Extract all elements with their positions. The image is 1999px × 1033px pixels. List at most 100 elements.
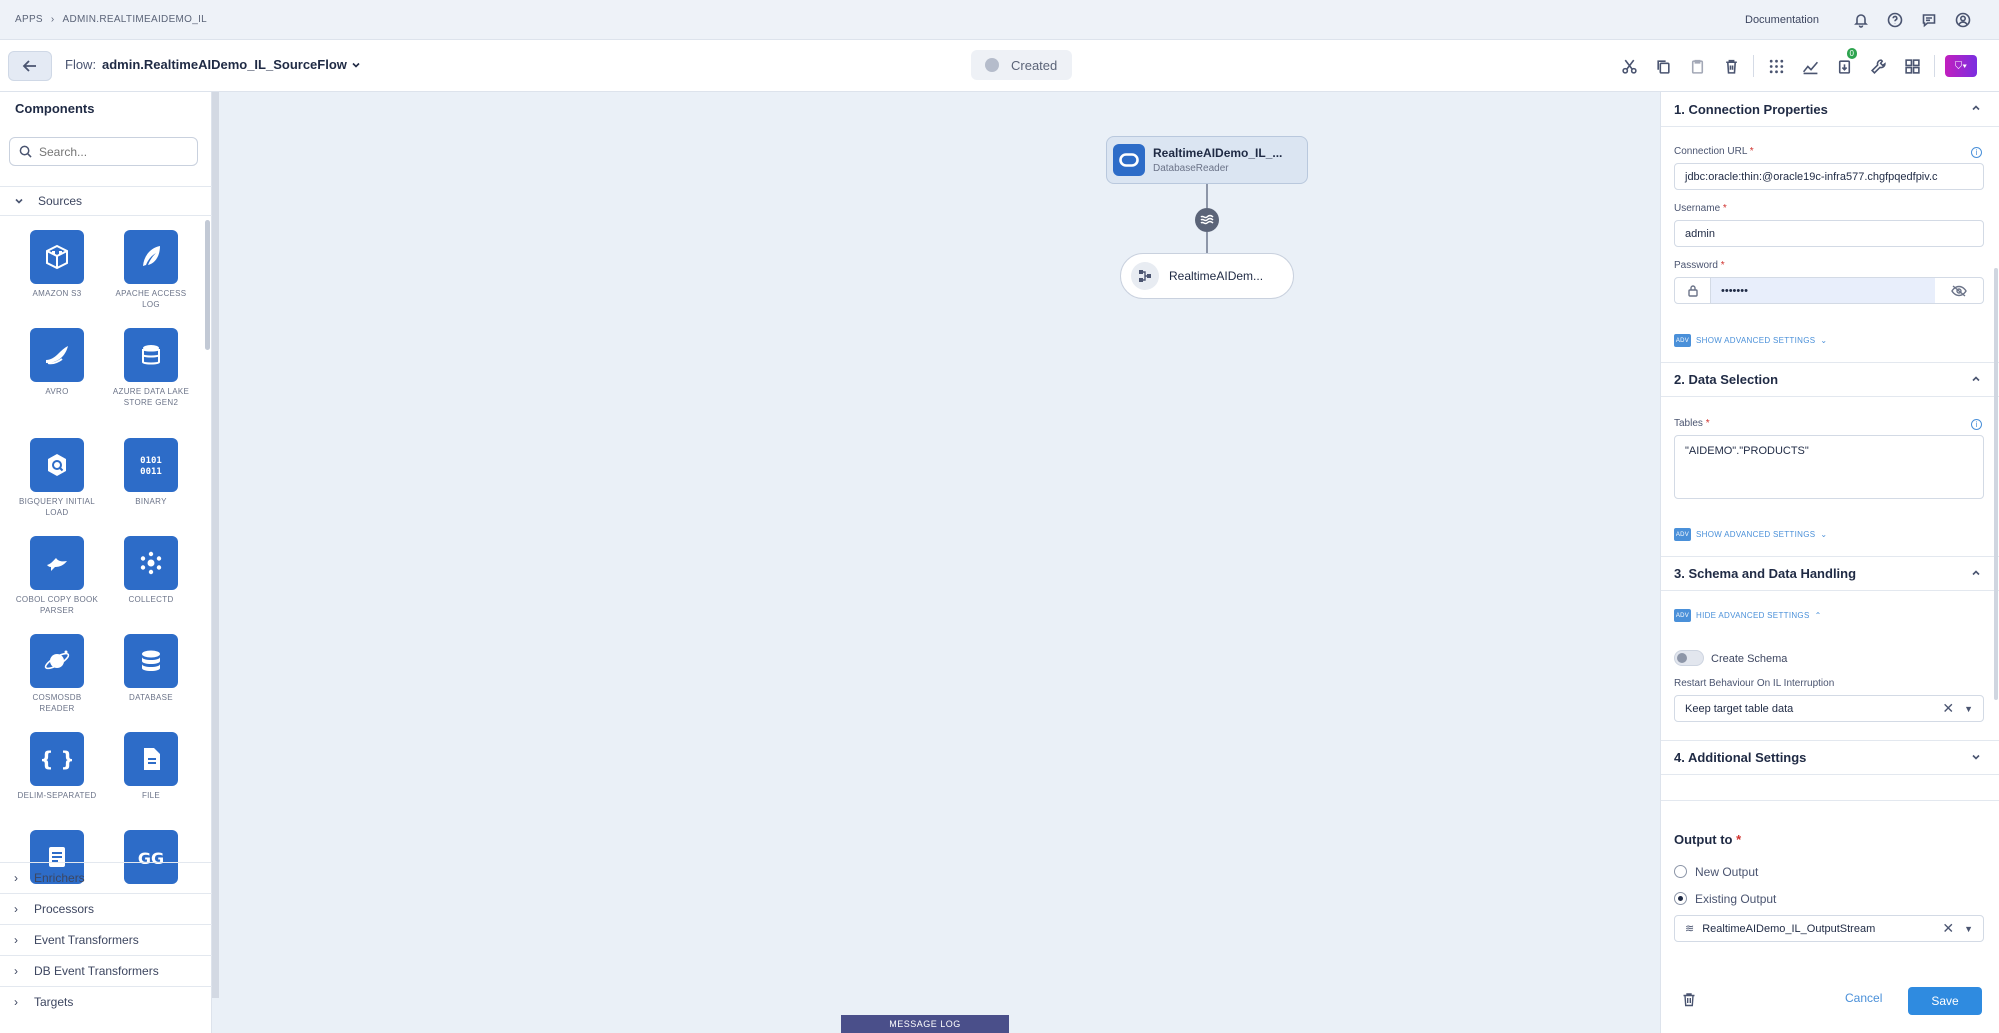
component-file[interactable]: FILE	[108, 732, 194, 801]
oracle-icon	[1113, 144, 1145, 176]
cancel-button[interactable]: Cancel	[1845, 991, 1882, 1005]
search-icon	[19, 145, 32, 158]
create-schema-label: Create Schema	[1711, 653, 1788, 665]
tables-input[interactable]: "AIDEMO"."PRODUCTS"	[1674, 435, 1984, 499]
chat-icon[interactable]	[1919, 10, 1939, 30]
password-input[interactable]: •••••••	[1674, 277, 1984, 304]
existing-output-label: Existing Output	[1695, 892, 1777, 906]
adv-icon: ADV	[1674, 528, 1691, 541]
component-grid: AMAZON S3 APACHE ACCESS LOG AVRO AZURE D…	[14, 230, 194, 956]
tables-label: Tables *	[1674, 418, 1710, 429]
create-schema-toggle[interactable]	[1674, 650, 1704, 666]
show-advanced-settings-link[interactable]: ADV SHOW ADVANCED SETTINGS ⌄	[1674, 334, 1827, 347]
output-stream-select[interactable]: ≋ RealtimeAIDemo_IL_OutputStream ✕ ▼	[1674, 915, 1984, 942]
flow-node-icon	[1131, 262, 1159, 290]
category-label: Sources	[38, 194, 83, 208]
component-search[interactable]	[9, 137, 198, 166]
component-cobol-copybook[interactable]: COBOL COPY BOOK PARSER	[14, 536, 100, 616]
cut-icon[interactable]	[1617, 54, 1641, 78]
component-amazon-s3[interactable]: AMAZON S3	[14, 230, 100, 299]
copy-icon[interactable]	[1651, 54, 1675, 78]
password-label: Password *	[1674, 260, 1725, 271]
section-connection-properties[interactable]: 1. Connection Properties	[1661, 92, 1999, 127]
chevron-down-icon[interactable]: ▼	[1964, 704, 1973, 714]
section-data-selection[interactable]: 2. Data Selection	[1661, 362, 1999, 397]
component-bigquery[interactable]: BIGQUERY INITIAL LOAD	[14, 438, 100, 518]
username-label: Username *	[1674, 203, 1727, 214]
save-button[interactable]: Save	[1908, 987, 1982, 1015]
chevron-down-icon	[15, 198, 23, 204]
category-targets[interactable]: › Targets	[0, 986, 212, 1017]
source-node[interactable]: RealtimeAIDemo_IL_... DatabaseReader	[1106, 136, 1308, 184]
back-button[interactable]	[8, 51, 52, 81]
component-database[interactable]: DATABASE	[108, 634, 194, 703]
wrench-icon[interactable]	[1866, 54, 1890, 78]
arrow-left-icon	[22, 60, 36, 72]
delete-icon[interactable]	[1719, 54, 1743, 78]
clear-icon[interactable]: ✕	[1942, 700, 1954, 717]
connection-url-input[interactable]: jdbc:oracle:thin:@oracle19c-infra577.chg…	[1674, 163, 1984, 190]
component-cosmosdb[interactable]: COSMOSDB READER	[14, 634, 100, 714]
category-enrichers[interactable]: › Enrichers	[0, 862, 212, 893]
chart-icon[interactable]	[1798, 54, 1822, 78]
show-advanced-settings-link[interactable]: ADV SHOW ADVANCED SETTINGS ⌄	[1674, 528, 1827, 541]
section-schema-data-handling[interactable]: 3. Schema and Data Handling	[1661, 556, 1999, 591]
existing-output-radio[interactable]	[1674, 892, 1687, 905]
sidebar-title: Components	[15, 101, 95, 116]
stream-node[interactable]: RealtimeAIDem...	[1120, 253, 1294, 299]
password-value: •••••••	[1711, 278, 1935, 303]
username-input[interactable]: admin	[1674, 220, 1984, 247]
section-additional-settings[interactable]: 4. Additional Settings	[1661, 740, 1999, 775]
category-sources[interactable]: Sources	[0, 186, 212, 216]
notification-badge: 0	[1846, 48, 1857, 59]
help-icon[interactable]	[1885, 10, 1905, 30]
hide-advanced-settings-link[interactable]: ADV HIDE ADVANCED SETTINGS ⌃	[1674, 609, 1822, 622]
category-db-event-transformers[interactable]: › DB Event Transformers	[0, 955, 212, 986]
export-icon[interactable]: 0	[1832, 48, 1857, 78]
grid-dots-icon[interactable]	[1764, 54, 1788, 78]
search-input[interactable]	[39, 144, 179, 159]
bell-icon[interactable]	[1851, 10, 1871, 30]
component-apache-access-log[interactable]: APACHE ACCESS LOG	[108, 230, 194, 310]
info-icon[interactable]: i	[1971, 419, 1982, 430]
flow-canvas[interactable]: RealtimeAIDemo_IL_... DatabaseReader Rea…	[219, 92, 1660, 1033]
clear-icon[interactable]: ✕	[1942, 920, 1954, 937]
documentation-link[interactable]: Documentation	[1745, 14, 1819, 26]
chevron-right-icon: ›	[14, 933, 18, 947]
panel-scrollbar[interactable]	[1994, 268, 1998, 700]
new-output-radio[interactable]	[1674, 865, 1687, 878]
dashboard-icon[interactable]	[1900, 54, 1924, 78]
bird-icon	[47, 558, 67, 571]
message-log-button[interactable]: MESSAGE LOG	[841, 1015, 1009, 1033]
restart-behaviour-select[interactable]: Keep target table data ✕ ▼	[1674, 695, 1984, 722]
connection-url-label: Connection URL *	[1674, 146, 1754, 157]
chevron-right-icon: ›	[14, 902, 18, 916]
toolbar-divider	[1753, 55, 1754, 77]
user-icon[interactable]	[1953, 10, 1973, 30]
category-event-transformers[interactable]: › Event Transformers	[0, 924, 212, 955]
file-icon	[144, 748, 160, 770]
component-azure-data-lake[interactable]: AZURE DATA LAKE STORE GEN2	[108, 328, 194, 408]
info-icon[interactable]: i	[1971, 147, 1982, 158]
component-collectd[interactable]: COLLECTD	[108, 536, 194, 605]
sidebar-resize-handle[interactable]	[212, 92, 219, 998]
chevron-down-icon[interactable]: ▼	[1964, 924, 1973, 934]
flow-selector[interactable]: admin.RealtimeAIDemo_IL_SourceFlow	[102, 57, 361, 72]
feather-icon	[143, 246, 160, 266]
stream-connector-icon[interactable]	[1195, 208, 1219, 232]
sidebar-scrollbar[interactable]	[205, 220, 210, 350]
adv-icon: ADV	[1674, 609, 1691, 622]
breadcrumb-apps[interactable]: APPS	[15, 14, 43, 25]
eye-off-icon[interactable]	[1935, 284, 1983, 297]
brand-menu-icon[interactable]: ⛉▾	[1945, 55, 1977, 77]
restart-behaviour-label: Restart Behaviour On IL Interruption	[1674, 678, 1835, 689]
component-binary[interactable]: 0101 0011 BINARY	[108, 438, 194, 507]
flow-status: Created	[971, 50, 1072, 80]
component-delim-separated[interactable]: { }DELIM-SEPARATED	[14, 732, 100, 801]
category-processors[interactable]: › Processors	[0, 893, 212, 924]
paste-icon[interactable]	[1685, 54, 1709, 78]
component-avro[interactable]: AVRO	[14, 328, 100, 397]
trash-icon[interactable]	[1682, 992, 1696, 1012]
breadcrumb-app[interactable]: ADMIN.REALTIMEAIDEMO_IL	[63, 14, 208, 25]
chevron-right-icon: ›	[50, 14, 55, 25]
